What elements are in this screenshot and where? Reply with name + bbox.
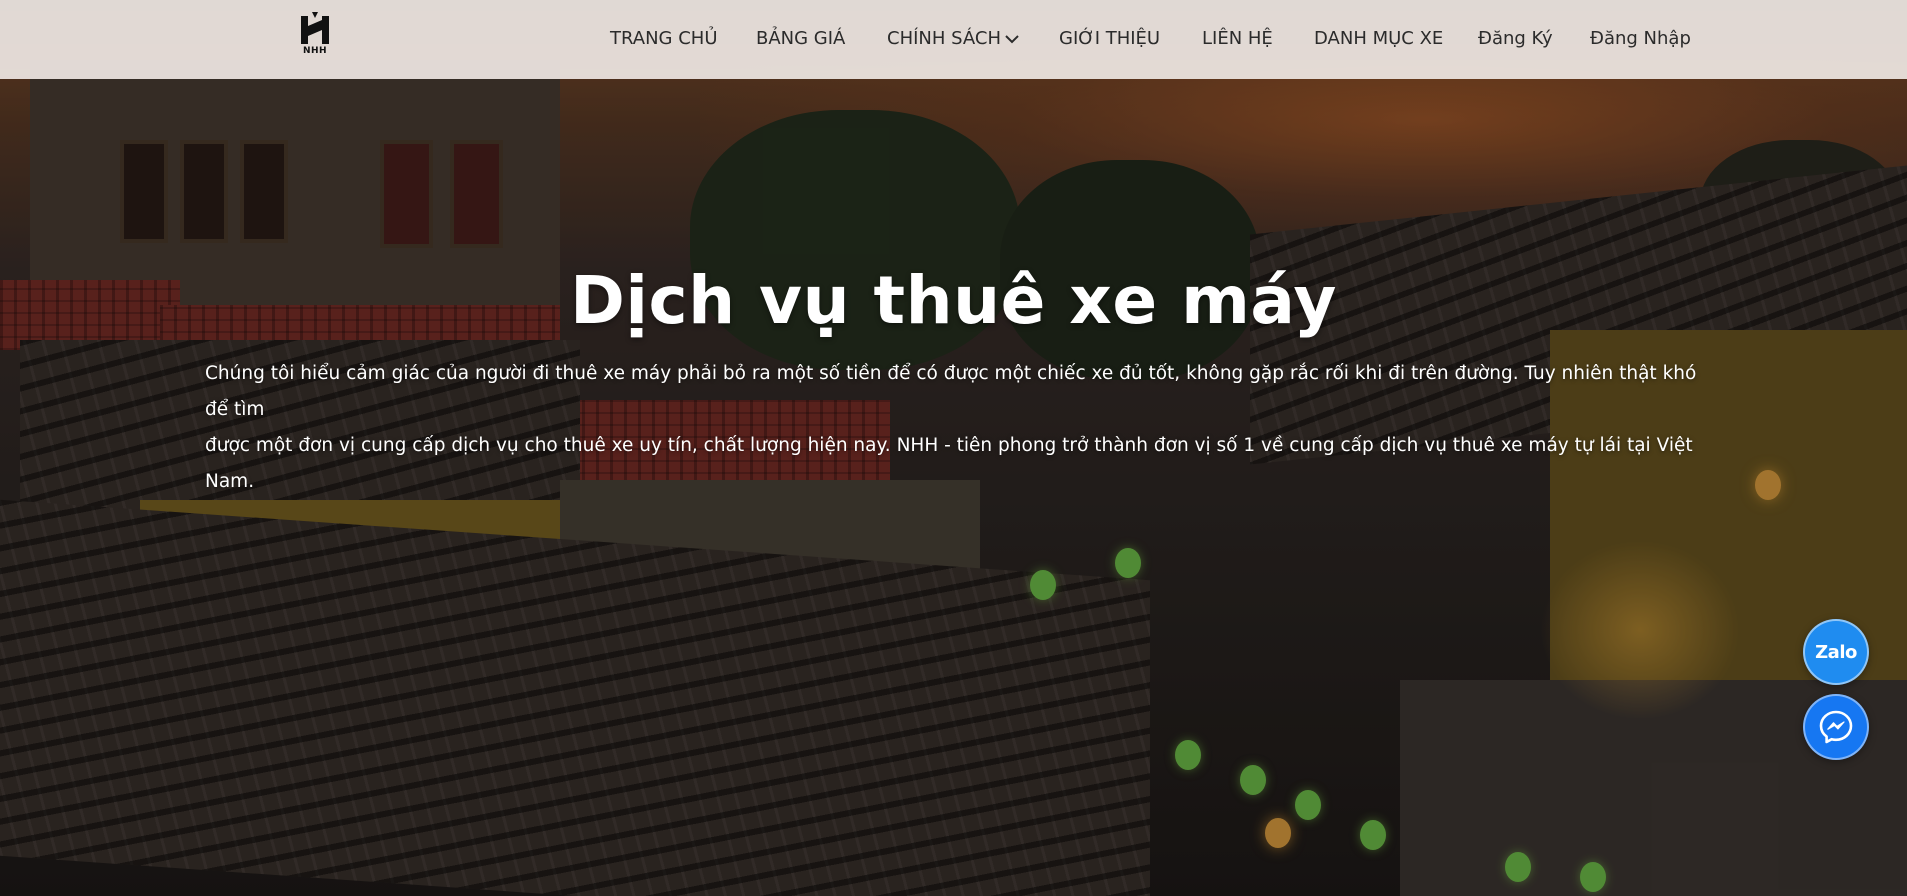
chevron-down-icon <box>1005 27 1019 51</box>
top-navbar: NHH TRANG CHỦ BẢNG GIÁ CHÍNH SÁCH GIỚI T… <box>0 0 1907 79</box>
hero-description-line: được một đơn vị cung cấp dịch vụ cho thu… <box>205 435 1693 492</box>
messenger-icon <box>1819 710 1853 744</box>
nav-item-chinh-sach-label: CHÍNH SÁCH <box>887 28 1001 49</box>
nav-item-danh-muc-xe[interactable]: DANH MỤC XE <box>1314 27 1443 51</box>
nav-item-lien-he[interactable]: LIÊN HỆ <box>1202 27 1273 51</box>
logo-mark-icon <box>301 12 329 44</box>
nav-item-gioi-thieu[interactable]: GIỚI THIỆU <box>1059 27 1160 51</box>
nav-item-bang-gia[interactable]: BẢNG GIÁ <box>756 27 845 51</box>
zalo-chat-button[interactable]: Zalo <box>1803 619 1869 685</box>
nav-item-dang-ky[interactable]: Đăng Ký <box>1478 27 1553 51</box>
nav-item-chinh-sach[interactable]: CHÍNH SÁCH <box>887 27 1019 51</box>
nav-item-dang-nhap[interactable]: Đăng Nhập <box>1590 27 1691 51</box>
hero-title: Dịch vụ thuê xe máy <box>570 262 1337 339</box>
hero-description: Chúng tôi hiểu cảm giác của người đi thu… <box>205 356 1705 500</box>
nhh-logo-icon[interactable] <box>298 12 332 64</box>
messenger-chat-button[interactable] <box>1803 694 1869 760</box>
nav-item-trang-chu[interactable]: TRANG CHỦ <box>610 27 718 51</box>
hero-description-line: Chúng tôi hiểu cảm giác của người đi thu… <box>205 363 1697 420</box>
zalo-chat-icon: Zalo <box>1815 641 1857 663</box>
logo-text: NHH <box>302 46 328 56</box>
